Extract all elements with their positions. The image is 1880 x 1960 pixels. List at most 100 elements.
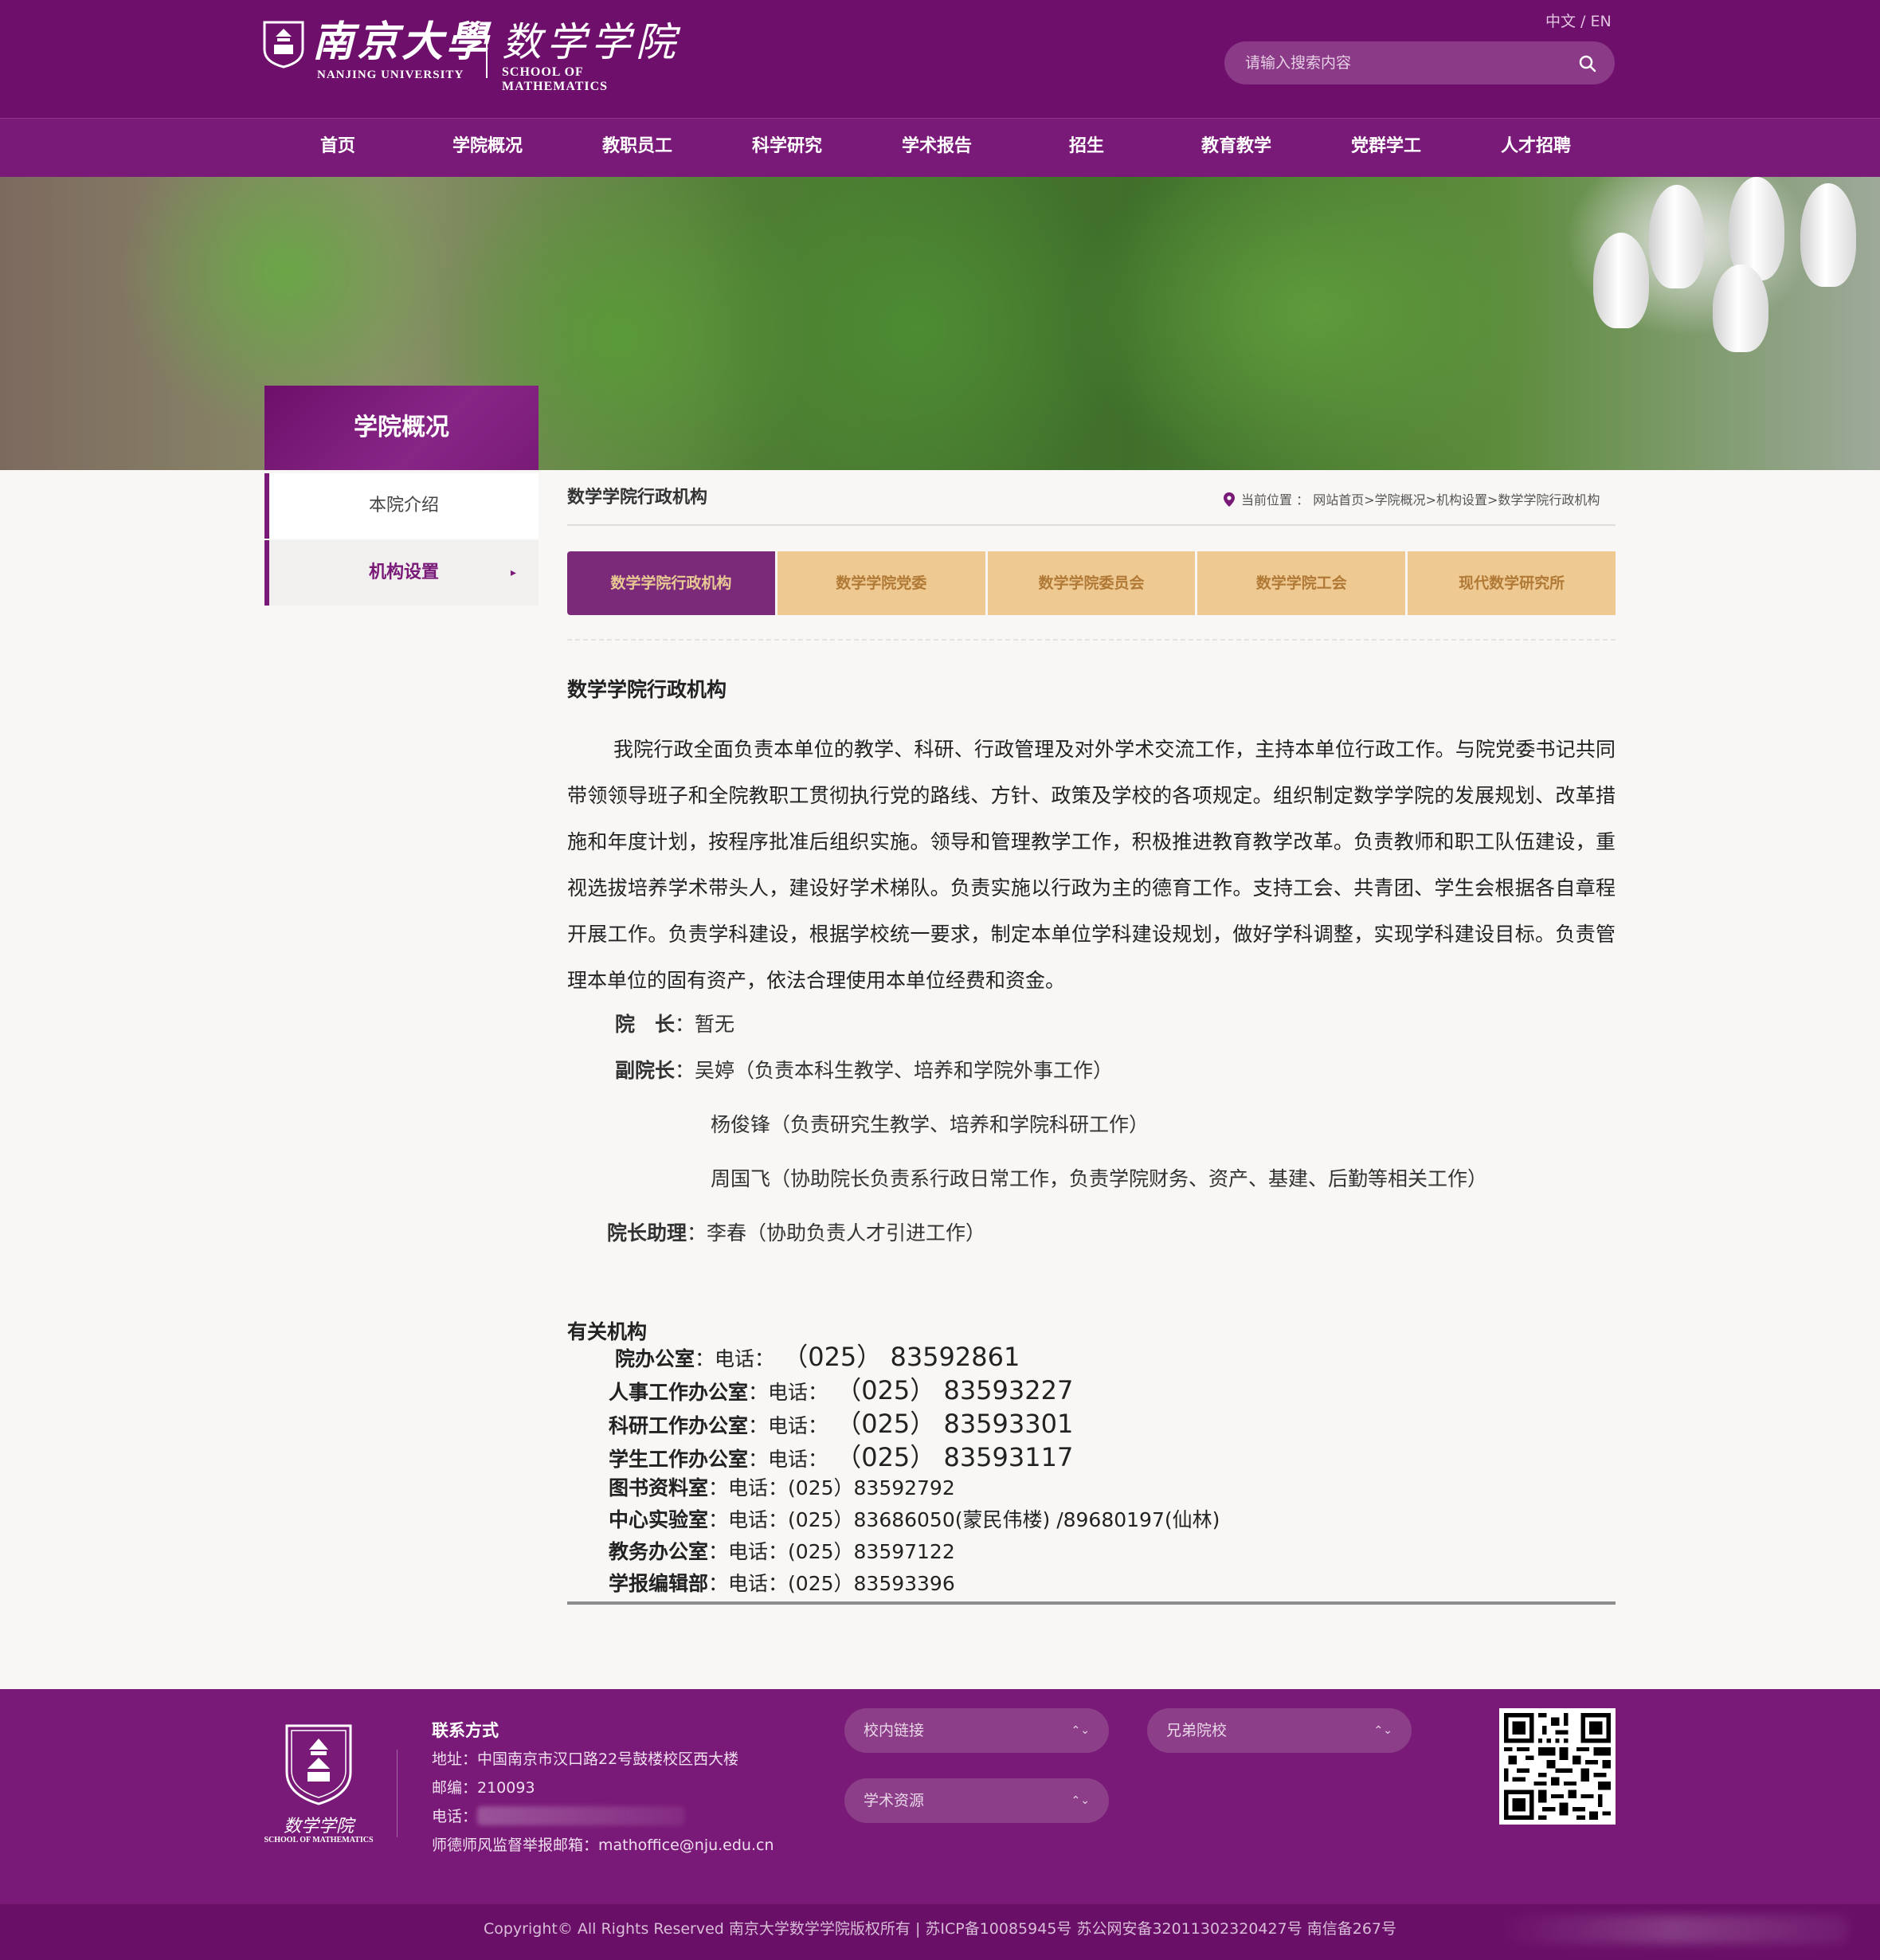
sidebar-item-organization[interactable]: 机构设置 ▸	[264, 540, 539, 606]
related-item-name: 图书资料室	[609, 1476, 709, 1499]
related-item-tel: (025）83686050(蒙民伟楼) /89680197(仙林)	[788, 1508, 1220, 1531]
related-item: 科研工作办公室：电话： （025） 83593301	[609, 1404, 1073, 1441]
dean-assistant-line: 院长助理：李春（协助负责人才引进工作）	[607, 1217, 985, 1246]
breadcrumb: 当前位置 ： 网站首页>学院概况>机构设置>数学学院行政机构	[1224, 489, 1600, 508]
related-item: 教务办公室：电话：(025）83597122	[609, 1536, 955, 1565]
site-header: 南京大學 NANJING UNIVERSITY 数学学院 SCHOOL OF M…	[0, 0, 1880, 118]
related-item-name: 中心实验室	[609, 1508, 709, 1531]
related-item-tel: （025） 83593227	[828, 1375, 1074, 1405]
related-item: 学报编辑部：电话：(025）83593396	[609, 1568, 955, 1597]
related-item: 图书资料室：电话：(025）83592792	[609, 1472, 955, 1501]
tab-institute[interactable]: 现代数学研究所	[1408, 551, 1616, 615]
select-arrows-icon: ⌃⌄	[1071, 1724, 1090, 1737]
nav-item-faculty[interactable]: 教职员工	[562, 119, 712, 178]
article-heading: 数学学院行政机构	[567, 678, 727, 701]
tab-admin[interactable]: 数学学院行政机构	[567, 551, 775, 615]
tab-bar: 数学学院行政机构 数学学院党委 数学学院委员会 数学学院工会 现代数学研究所	[567, 551, 1616, 615]
related-item-name: 学报编辑部	[609, 1572, 709, 1595]
search-icon[interactable]	[1578, 54, 1597, 73]
banner-lamp	[1593, 233, 1649, 328]
related-item-tel: （025） 83592861	[774, 1342, 1020, 1372]
select-label: 兄弟院校	[1166, 1722, 1228, 1739]
nav-item-admissions[interactable]: 招生	[1012, 119, 1161, 178]
language-switch: 中文 / EN	[1545, 10, 1612, 31]
related-item-tel: (025）83592792	[788, 1476, 955, 1499]
blurred-watermark	[1498, 1915, 1848, 1944]
banner-lamp	[1713, 265, 1768, 352]
nav-item-seminars[interactable]: 学术报告	[862, 119, 1012, 178]
nav-item-research[interactable]: 科学研究	[712, 119, 862, 178]
contact-heading: 联系方式	[432, 1721, 499, 1740]
related-item-name: 院办公室	[615, 1347, 695, 1370]
tab-party-committee[interactable]: 数学学院党委	[777, 551, 985, 615]
lang-separator: /	[1576, 13, 1591, 30]
select-label: 校内链接	[864, 1722, 925, 1739]
qr-code-icon	[1499, 1708, 1616, 1825]
sidebar-title: 学院概况	[264, 386, 539, 470]
content-bottom-rule	[567, 1601, 1616, 1605]
lang-cn-link[interactable]: 中文	[1545, 13, 1576, 30]
related-item-name: 人事工作办公室	[609, 1381, 749, 1404]
site-footer: 数学学院 SCHOOL OF MATHEMATICS 联系方式 地址：中国南京市…	[0, 1689, 1880, 1904]
school-name-cn: 数学学院	[502, 19, 680, 65]
nav-item-home[interactable]: 首页	[263, 119, 413, 178]
university-crest-icon	[285, 1724, 352, 1805]
copyright-text: Copyright© All Rights Reserved 南京大学数学学院版…	[483, 1920, 1396, 1938]
related-item-tel: （025） 83593117	[828, 1442, 1074, 1472]
logo-divider	[486, 22, 488, 78]
dean-label: 院 长	[615, 1013, 676, 1036]
sister-schools-select[interactable]: 兄弟院校 ⌃⌄	[1147, 1708, 1412, 1753]
article-paragraph: 我院行政全面负责本单位的教学、科研、行政管理及对外学术交流工作，主持本单位行政工…	[567, 738, 1616, 992]
site-logo[interactable]: 南京大學 NANJING UNIVERSITY 数学学院 SCHOOL OF M…	[263, 18, 693, 93]
lang-en-link[interactable]: EN	[1591, 13, 1612, 30]
banner-lamp	[1800, 183, 1856, 287]
tab-union[interactable]: 数学学院工会	[1197, 551, 1406, 615]
select-label: 学术资源	[864, 1792, 925, 1809]
page-title: 数学学院行政机构	[567, 488, 708, 508]
university-name-en: NANJING UNIVERSITY	[317, 69, 464, 81]
vice-dean-value: ：吴婷（负责本科生教学、培养和学院外事工作）	[675, 1059, 1114, 1082]
copyright-bar: Copyright© All Rights Reserved 南京大学数学学院版…	[0, 1904, 1880, 1960]
main-nav: 首页 学院概况 教职员工 科学研究 学术报告 招生 教育教学 党群学工 人才招聘	[0, 118, 1880, 177]
select-arrows-icon: ⌃⌄	[1373, 1724, 1392, 1737]
related-item-name: 科研工作办公室	[609, 1414, 749, 1437]
banner-lamp	[1649, 185, 1705, 288]
tab-committee[interactable]: 数学学院委员会	[987, 551, 1196, 615]
nav-item-recruitment[interactable]: 人才招聘	[1461, 119, 1611, 178]
sidebar-item-introduction[interactable]: 本院介绍	[264, 473, 539, 539]
dean-assistant-label: 院长助理	[607, 1221, 687, 1245]
article-content: 数学学院行政机构 我院行政全面负责本单位的教学、科研、行政管理及对外学术交流工作…	[567, 674, 1616, 992]
breadcrumb-path[interactable]: 网站首页>学院概况>机构设置>数学学院行政机构	[1313, 492, 1600, 508]
university-name-cn: 南京大學	[312, 18, 492, 66]
contact-email[interactable]: 师德师风监督举报邮箱：mathoffice@nju.edu.cn	[432, 1831, 774, 1860]
campus-links-select[interactable]: 校内链接 ⌃⌄	[844, 1708, 1109, 1753]
related-item-name: 教务办公室	[609, 1540, 709, 1563]
footer-divider	[397, 1750, 398, 1837]
chevron-right-icon: ▸	[510, 566, 516, 579]
nav-item-overview[interactable]: 学院概况	[413, 119, 562, 178]
footer-logo[interactable]: 数学学院 SCHOOL OF MATHEMATICS	[263, 1721, 374, 1848]
nav-item-teaching[interactable]: 教育教学	[1161, 119, 1311, 178]
related-item-tel-label: ：电话：	[748, 1448, 828, 1471]
related-item: 院办公室：电话： （025） 83592861	[615, 1337, 1020, 1374]
academic-resources-select[interactable]: 学术资源 ⌃⌄	[844, 1778, 1109, 1823]
related-item-tel: (025）83597122	[788, 1540, 955, 1563]
contact-postcode: 邮编：210093	[432, 1779, 535, 1797]
contact-address: 地址：中国南京市汉口路22号鼓楼校区西大楼	[432, 1750, 739, 1768]
related-item-tel-label: ：电话：	[695, 1347, 775, 1370]
vice-dean-line: 副院长：吴婷（负责本科生教学、培养和学院外事工作）	[615, 1055, 1113, 1084]
contact-phone: 电话：	[432, 1802, 774, 1831]
related-item-tel-label: ：电话：	[748, 1414, 828, 1437]
title-divider	[567, 524, 1616, 526]
related-item-tel-label: ：电话：	[708, 1508, 789, 1531]
footer-logo-en: SCHOOL OF MATHEMATICS	[264, 1836, 374, 1844]
related-item-tel-label: ：电话：	[708, 1476, 789, 1499]
tabs-divider	[567, 639, 1616, 641]
sidebar-item-label: 机构设置	[368, 563, 439, 582]
footer-contact: 联系方式 地址：中国南京市汉口路22号鼓楼校区西大楼 邮编：210093 电话：…	[432, 1716, 774, 1860]
nav-item-party[interactable]: 党群学工	[1311, 119, 1461, 178]
dean-assistant-value: ：李春（协助负责人才引进工作）	[687, 1221, 986, 1245]
related-item-tel-label: ：电话：	[748, 1381, 828, 1404]
vice-dean-line-2: 杨俊锋（负责研究生教学、培养和学院科研工作）	[711, 1113, 1150, 1136]
search-input[interactable]	[1244, 41, 1562, 84]
